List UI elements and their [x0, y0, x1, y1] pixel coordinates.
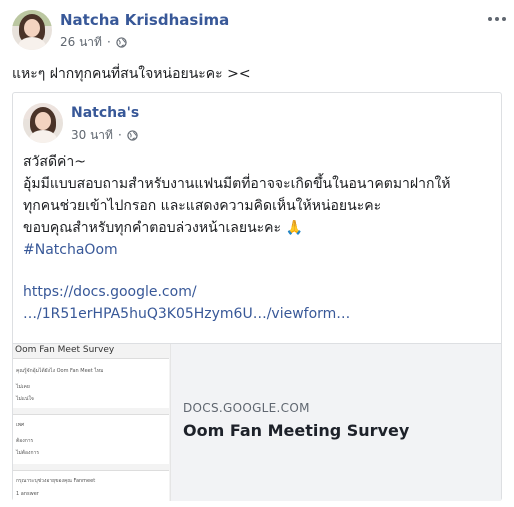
- meta-separator: ·: [117, 128, 122, 142]
- shared-post-body: สวัสดีค่า~ อุ้มมีแบบสอบถามสำหรับงานแฟนมี…: [23, 151, 498, 325]
- author-avatar[interactable]: [12, 10, 52, 50]
- globe-icon[interactable]: [116, 36, 127, 48]
- dot-icon: [495, 17, 499, 21]
- thumb-panel: คุณรู้จักอุ้มได้ยังไง Oom Fan Meet ไหม ไ…: [13, 358, 169, 408]
- shared-post-header: Natcha's 30 นาที ·: [23, 103, 139, 143]
- link-preview-info: DOCS.GOOGLE.COM Oom Fan Meeting Survey: [171, 344, 501, 501]
- shared-text-line: อุ้มมีแบบสอบถามสำหรับงานแฟนมีตที่อาจจะเก…: [23, 176, 451, 192]
- thumb-line: 1 answer: [16, 491, 39, 497]
- more-options-button[interactable]: [488, 12, 506, 26]
- dot-icon: [488, 17, 492, 21]
- thumb-line: กรุณาระบุช่วงอายุของคุณ Fanmeet: [16, 478, 96, 484]
- shared-author-avatar[interactable]: [23, 103, 63, 143]
- survey-url-line1[interactable]: https://docs.google.com/: [23, 281, 498, 303]
- shared-post: Natcha's 30 นาที · สวัสดีค่า~ อุ้มมีแบบส…: [12, 92, 502, 501]
- post-meta: 26 นาที ·: [60, 34, 229, 50]
- shared-post-meta: 30 นาที ·: [71, 127, 139, 143]
- thumb-line: ไม่แน่ใจ: [16, 396, 34, 402]
- link-title[interactable]: Oom Fan Meeting Survey: [183, 421, 489, 440]
- survey-url-line2[interactable]: …/1R51erHPA5huQ3K05Hzym6U…/viewform…: [23, 303, 498, 325]
- meta-separator: ·: [106, 35, 111, 49]
- shared-text-line: สวัสดีค่า~: [23, 154, 86, 170]
- shared-post-timestamp[interactable]: 30 นาที: [71, 126, 113, 145]
- link-preview-thumbnail: Oom Fan Meet Survey คุณรู้จักอุ้มได้ยังไ…: [13, 344, 171, 501]
- post-timestamp[interactable]: 26 นาที: [60, 33, 102, 52]
- link-preview-card[interactable]: Oom Fan Meet Survey คุณรู้จักอุ้มได้ยังไ…: [13, 343, 501, 501]
- thumb-line: คุณรู้จักอุ้มได้ยังไง Oom Fan Meet ไหม: [16, 368, 104, 374]
- thumb-line: ไม่ต้องการ: [16, 450, 40, 456]
- hashtag-link[interactable]: #NatchaOom: [23, 239, 498, 261]
- thumb-title: Oom Fan Meet Survey: [15, 345, 115, 355]
- thumb-line: ไม่เคย: [16, 384, 30, 390]
- author-name[interactable]: Natcha Krisdhasima: [60, 10, 229, 30]
- thumb-line: เพศ: [16, 422, 25, 428]
- thumb-panel: เพศ ต้องการ ไม่ต้องการ: [13, 414, 169, 464]
- shared-author-name[interactable]: Natcha's: [71, 103, 139, 123]
- post-header: Natcha Krisdhasima 26 นาที ·: [12, 10, 229, 50]
- globe-icon[interactable]: [127, 129, 138, 141]
- shared-text-line: ขอบคุณสำหรับทุกคำตอบล่วงหน้าเลยนะคะ 🙏: [23, 220, 303, 236]
- thumb-panel: กรุณาระบุช่วงอายุของคุณ Fanmeet 1 answer: [13, 470, 169, 501]
- shared-text-line: ทุกคนช่วยเข้าไปกรอก และแสดงความคิดเห็นให…: [23, 198, 382, 214]
- link-domain: DOCS.GOOGLE.COM: [183, 401, 310, 415]
- thumb-line: ต้องการ: [16, 438, 34, 444]
- post-text: แหะๆ ฝากทุกคนที่สนใจหน่อยนะคะ ><: [12, 66, 251, 82]
- dot-icon: [502, 17, 506, 21]
